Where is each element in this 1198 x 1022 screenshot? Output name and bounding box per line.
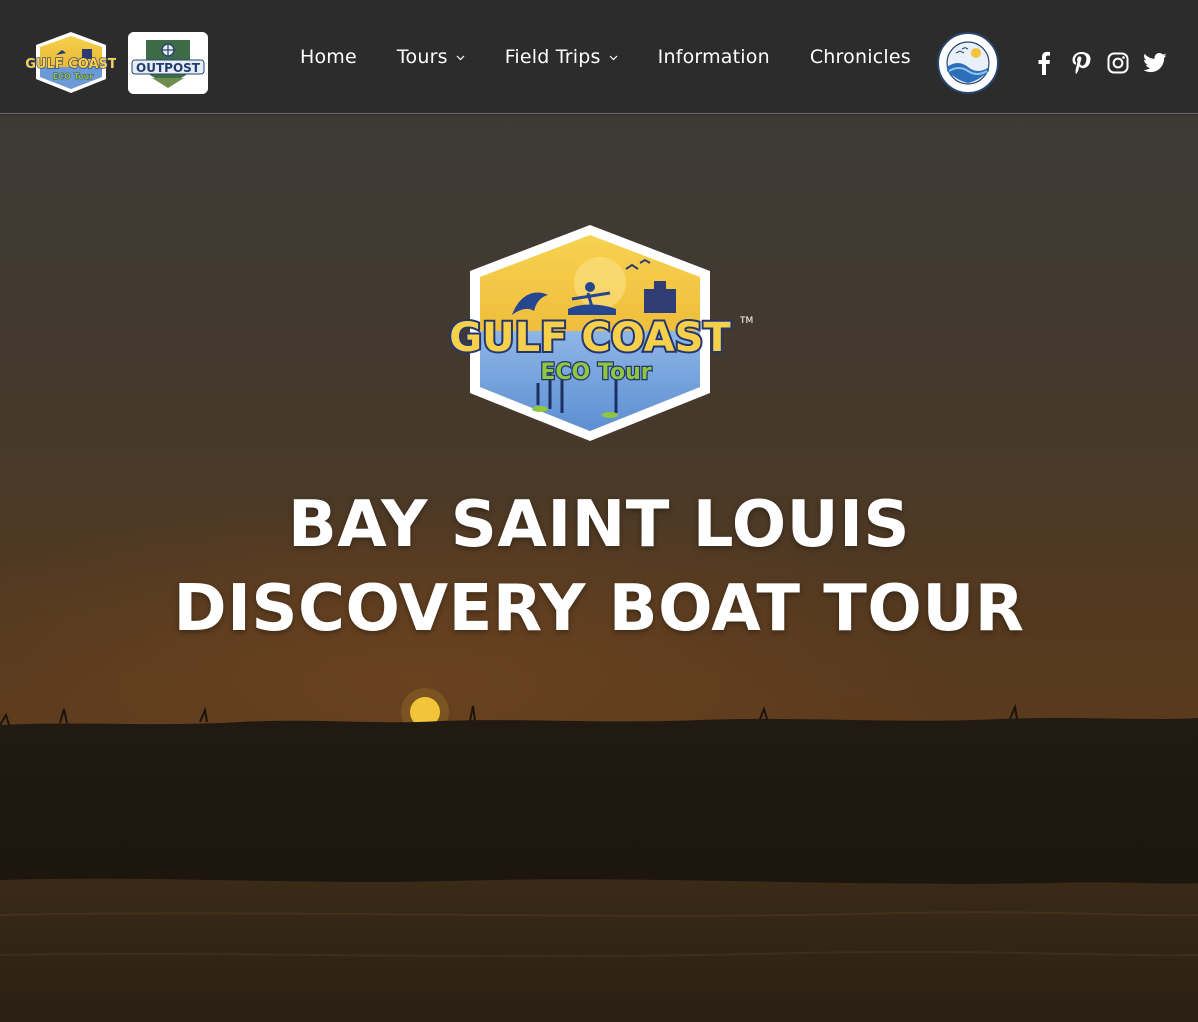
page-title: BAY SAINT LOUIS DISCOVERY BOAT TOUR — [100, 483, 1098, 651]
pinterest-icon[interactable] — [1069, 51, 1093, 75]
nav-tours-label: Tours — [396, 46, 448, 68]
gulf-coast-eco-tour-hero-logo: GULF COAST ECO Tour TM — [440, 223, 760, 445]
nav-field-trips[interactable]: Field Trips — [505, 46, 618, 68]
nav-tours[interactable]: Tours — [397, 46, 465, 68]
site-header: GULF COAST ECO Tour OUTPOST Home Tours F… — [0, 0, 1198, 114]
outpost-badge[interactable]: OUTPOST — [128, 32, 208, 94]
nav-field-trips-label: Field Trips — [504, 46, 601, 68]
twitter-icon[interactable] — [1143, 51, 1167, 75]
nav-home-label: Home — [300, 46, 357, 68]
nav-chronicles[interactable]: Chronicles — [810, 46, 911, 68]
chevron-down-icon — [456, 53, 465, 62]
trademark-mark: TM — [739, 316, 753, 326]
hero-logo-title: GULF COAST — [449, 315, 731, 361]
chevron-down-icon — [609, 53, 618, 62]
mississippi-seal-logo[interactable] — [936, 31, 1000, 95]
page-title-line-1: BAY SAINT LOUIS — [287, 488, 911, 562]
nav-information-label: Information — [657, 46, 770, 68]
small-logo-subtitle: ECO Tour — [53, 72, 94, 81]
small-logo-title: GULF COAST — [26, 57, 116, 72]
hero-logo-subtitle: ECO Tour — [540, 360, 651, 385]
gulf-coast-eco-tour-logo[interactable]: GULF COAST ECO Tour — [25, 31, 118, 95]
page-title-line-2: DISCOVERY BOAT TOUR — [173, 572, 1025, 646]
nav-home[interactable]: Home — [300, 46, 357, 68]
facebook-icon[interactable] — [1032, 51, 1056, 75]
outpost-label: OUTPOST — [136, 61, 201, 75]
social-links — [1032, 46, 1180, 80]
nav-information[interactable]: Information — [658, 46, 770, 68]
nav-chronicles-label: Chronicles — [809, 46, 911, 68]
main-nav: Home Tours Field Trips Information Chron… — [300, 0, 951, 114]
instagram-icon[interactable] — [1106, 51, 1130, 75]
hero-section: GULF COAST ECO Tour TM BAY SAINT LOUIS D… — [0, 115, 1198, 1022]
